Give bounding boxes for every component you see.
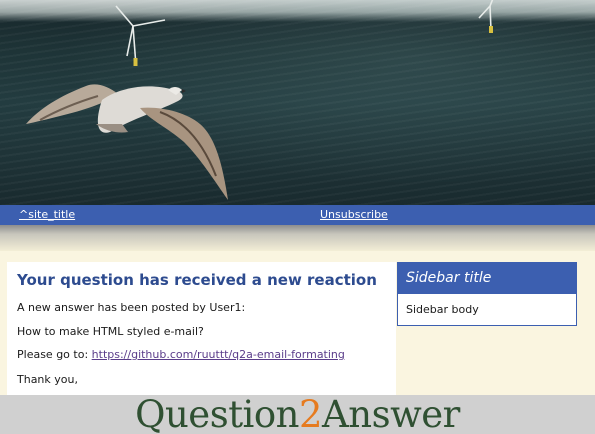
message-line-thanks: Thank you,	[17, 373, 78, 386]
sidebar-title: Sidebar title	[398, 263, 576, 294]
header-illustration	[26, 0, 494, 200]
message-heading: Your question has received a new reactio…	[17, 271, 377, 289]
message-line-link: Please go to: https://github.com/ruuttt/…	[17, 348, 345, 361]
message-line-question: How to make HTML styled e-mail?	[17, 325, 204, 338]
header-photo	[0, 0, 595, 206]
wind-turbine-right	[478, 0, 494, 33]
question2answer-logo: Question2Answer	[0, 395, 595, 434]
link-prefix: Please go to:	[17, 348, 92, 361]
sidebar-body: Sidebar body	[406, 303, 479, 316]
logo-text-two: 2	[299, 395, 323, 434]
question-link[interactable]: https://github.com/ruuttt/q2a-email-form…	[92, 348, 345, 361]
logo-text-answer: Answer	[322, 395, 460, 434]
message-body: Your question has received a new reactio…	[7, 262, 396, 402]
nav-bar: ^site_title Unsubscribe	[0, 205, 595, 225]
site-title-link[interactable]: ^site_title	[19, 208, 75, 221]
seagull	[26, 84, 228, 200]
wind-turbine-left	[115, 5, 166, 67]
logo-text-question: Question	[135, 395, 299, 434]
unsubscribe-link[interactable]: Unsubscribe	[320, 208, 388, 221]
message-line-answer: A new answer has been posted by User1:	[17, 301, 246, 314]
header-shadow	[0, 225, 595, 251]
sidebar: Sidebar title Sidebar body	[397, 262, 577, 326]
footer-banner: Question2Answer	[0, 395, 595, 434]
